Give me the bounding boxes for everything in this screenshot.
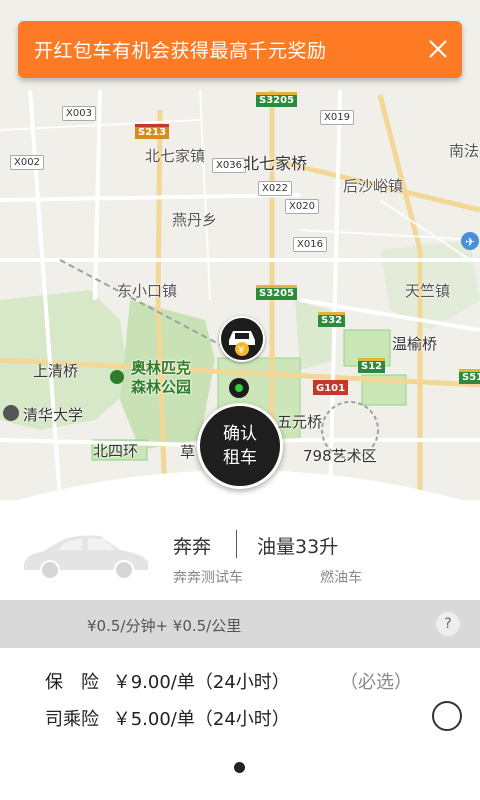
car-subtitle: 奔奔测试车	[173, 570, 243, 586]
confirm-rent-button[interactable]: 确认 租车	[197, 403, 283, 489]
promo-banner[interactable]: 开红包车有机会获得最高千元奖励	[18, 21, 462, 78]
road-x016: X016	[293, 237, 327, 252]
car-location-pin-icon[interactable]: ¥	[219, 316, 265, 362]
car-icon	[24, 535, 148, 580]
insurance-label: 保 险	[45, 672, 99, 693]
insurance-row-basic: 保 险 ￥9.00/单（24小时）	[45, 668, 290, 694]
road-x019: X019	[320, 110, 354, 125]
place-olympic-park-1: 奥林匹克	[131, 359, 192, 377]
car-name: 奔奔	[173, 536, 212, 558]
place-beiqijia-bridge: 北七家桥	[243, 154, 308, 173]
insurance-price: ￥5.00/单（24小时）	[112, 709, 290, 730]
svg-text:✈: ✈	[465, 235, 475, 249]
road-s32: S32	[318, 312, 346, 327]
current-location-icon	[229, 378, 249, 398]
road-x020: X020	[285, 199, 319, 214]
road-x002: X002	[10, 155, 44, 170]
park-icon	[110, 370, 124, 384]
place-wuyuan-bridge: 五元桥	[277, 413, 323, 431]
place-houshayu: 后沙峪镇	[343, 177, 404, 195]
confirm-rent-line1: 确认	[223, 424, 257, 444]
place-yandan: 燕丹乡	[172, 211, 218, 229]
divider	[236, 530, 237, 558]
svg-text:¥: ¥	[238, 345, 244, 356]
road-x022: X022	[258, 181, 292, 196]
rental-panel: 奔奔 油量33升 奔奔测试车 燃油车 ¥0.5/分钟+ ¥0.5/公里 ? 保 …	[0, 500, 480, 800]
insurance-required-note: （必选）	[340, 672, 412, 693]
road-g101: G101	[313, 380, 349, 395]
promo-banner-text: 开红包车有机会获得最高千元奖励	[34, 40, 327, 62]
road-s12: S12	[358, 358, 386, 373]
place-olympic-park-2: 森林公园	[131, 378, 192, 396]
help-icon[interactable]: ?	[436, 612, 460, 636]
university-icon	[3, 405, 19, 421]
place-nanfa: 南法	[449, 142, 480, 160]
place-beiqijia-town: 北七家镇	[145, 147, 206, 165]
confirm-rent-line2: 租车	[223, 448, 257, 468]
insurance-label: 司乘险	[45, 709, 99, 730]
road-s51: S51	[459, 369, 480, 384]
price-bar: ¥0.5/分钟+ ¥0.5/公里 ?	[0, 600, 480, 648]
page-indicator-dot	[234, 762, 245, 773]
road-x003: X003	[62, 106, 96, 121]
car-fuel-level: 油量33升	[257, 536, 339, 558]
place-tsinghua: 清华大学	[23, 406, 84, 424]
road-s213: S213	[135, 124, 170, 139]
road-x036: X036	[212, 158, 246, 173]
insurance-row-passenger[interactable]: 司乘险 ￥5.00/单（24小时）	[45, 705, 290, 731]
road-s3205-2: S3205	[256, 285, 298, 300]
close-icon[interactable]	[426, 37, 450, 61]
passenger-insurance-radio[interactable]	[432, 701, 462, 731]
place-dongxiaokou: 东小口镇	[117, 282, 178, 300]
place-tianzhu: 天竺镇	[405, 282, 451, 300]
road-s3205: S3205	[256, 92, 298, 107]
price-text: ¥0.5/分钟+ ¥0.5/公里	[87, 617, 242, 635]
insurance-price: ￥9.00/单（24小时）	[112, 672, 290, 693]
place-wenyu-bridge: 温榆桥	[392, 335, 438, 353]
car-fuel-type: 燃油车	[320, 570, 362, 586]
place-shangqing-bridge: 上清桥	[33, 362, 79, 380]
